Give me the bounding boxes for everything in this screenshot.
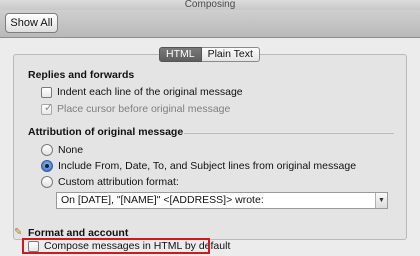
tab-bar: HTML Plain Text — [159, 47, 260, 62]
custom-attribution-popup[interactable]: On [DATE], "[NAME]" <[ADDRESS]> wrote: ▼ — [56, 192, 388, 209]
cursor-label: Place cursor before original message — [57, 103, 231, 115]
attribution-option-custom[interactable]: Custom attribution format: — [41, 176, 179, 188]
attribution-section-title: Attribution of original message — [28, 126, 184, 138]
pencil-icon: ✎ — [14, 227, 23, 238]
attribution-divider — [184, 133, 394, 134]
checkmark-icon: ✓ — [44, 101, 54, 114]
window-title: Composing — [0, 0, 420, 10]
attribution-include-label: Include From, Date, To, and Subject line… — [58, 160, 357, 172]
cursor-checkbox: ✓ — [41, 101, 54, 115]
radio-include[interactable] — [41, 160, 53, 172]
highlight-box — [22, 238, 210, 254]
show-all-button[interactable]: Show All — [5, 13, 58, 33]
custom-attribution-value: On [DATE], "[NAME]" <[ADDRESS]> wrote: — [61, 194, 264, 206]
indent-option[interactable]: Indent each line of the original message — [41, 86, 243, 98]
indent-label: Indent each line of the original message — [57, 86, 243, 98]
indent-checkbox[interactable] — [41, 86, 52, 98]
radio-custom[interactable] — [41, 176, 53, 188]
chevron-down-icon[interactable]: ▼ — [375, 193, 387, 208]
toolbar: Show All — [0, 10, 420, 38]
attribution-option-none[interactable]: None — [41, 144, 83, 156]
attribution-custom-label: Custom attribution format: — [58, 176, 179, 188]
preferences-content: HTML Plain Text Replies and forwards Ind… — [0, 39, 420, 256]
attribution-option-include[interactable]: Include From, Date, To, and Subject line… — [41, 160, 356, 172]
radio-none[interactable] — [41, 144, 53, 156]
tab-plain-text[interactable]: Plain Text — [201, 47, 260, 62]
cursor-option: ✓ Place cursor before original message — [41, 101, 231, 115]
replies-section-title: Replies and forwards — [28, 69, 135, 81]
tab-html[interactable]: HTML — [159, 47, 202, 62]
attribution-none-label: None — [58, 144, 84, 156]
tab-panel: Replies and forwards Indent each line of… — [13, 54, 407, 240]
